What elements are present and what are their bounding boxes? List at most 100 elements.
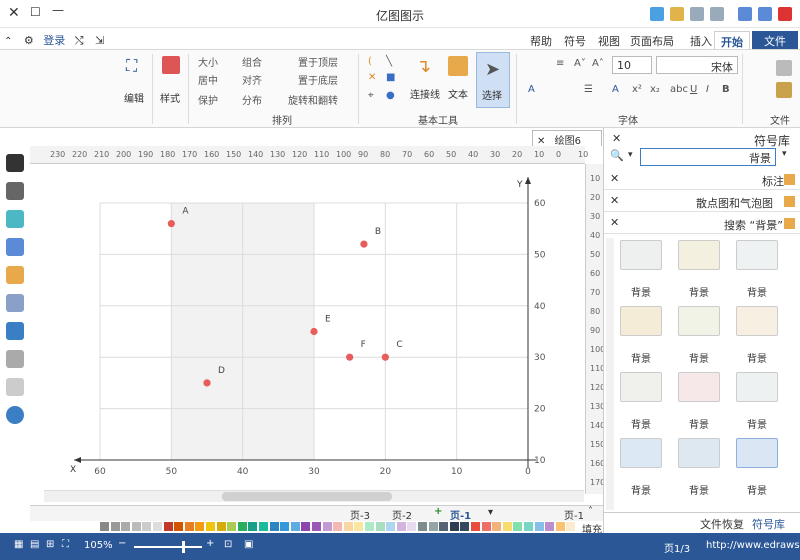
close-window-button[interactable]: ✕ <box>8 5 20 21</box>
grid-toggle-icon[interactable]: ⊞ <box>46 539 54 550</box>
protect-button[interactable]: 保护 <box>198 92 218 107</box>
palette-swatch[interactable] <box>280 522 290 531</box>
palette-swatch[interactable] <box>237 522 247 531</box>
library-row-scatter[interactable]: ✕ 散点图和气泡图 <box>604 192 800 212</box>
rectangle-shape-button[interactable]: ■ <box>386 72 395 83</box>
palette-swatch[interactable] <box>396 522 406 531</box>
focus-icon[interactable]: ▦ <box>14 539 23 550</box>
page-list-button[interactable]: 页-1 <box>564 507 584 522</box>
image-icon[interactable] <box>6 238 24 256</box>
save-icon[interactable] <box>710 7 724 21</box>
bold-button[interactable]: B <box>722 84 730 95</box>
tab-symbols[interactable]: 符号 <box>558 31 592 49</box>
attachment-icon[interactable] <box>6 350 24 368</box>
tab-insert[interactable]: 插入 <box>684 31 718 49</box>
palette-swatch[interactable] <box>449 522 459 531</box>
zoom-slider[interactable] <box>134 541 202 553</box>
export-icon[interactable]: ⇲ <box>95 34 104 47</box>
palette-swatch[interactable] <box>100 522 109 531</box>
send-to-back-button[interactable]: 置于底层 <box>298 72 338 87</box>
tab-page-layout[interactable]: 页面布局 <box>624 31 680 49</box>
library-row-search[interactable]: ✕ 搜索 “背景” <box>604 214 800 234</box>
palette-swatch[interactable] <box>471 522 480 531</box>
subscript-button[interactable]: x₂ <box>650 84 660 95</box>
palette-swatch[interactable] <box>216 522 226 531</box>
palette-swatch[interactable] <box>513 522 523 531</box>
palette-swatch[interactable] <box>206 522 215 531</box>
line-style-icon[interactable] <box>6 182 24 200</box>
drawing-canvas[interactable]: X Y 0 10 20 30 40 50 60 10 20 30 40 50 60 A B E F C D <box>44 165 584 485</box>
crop-shape-button[interactable]: ✕ <box>368 72 376 83</box>
maximize-window-button[interactable]: ☐ <box>30 5 41 19</box>
edit-button[interactable]: ⛶ 编辑 <box>122 54 148 105</box>
strikethrough-button[interactable]: abc <box>670 84 688 95</box>
new-icon[interactable] <box>650 7 664 21</box>
ellipse-shape-button[interactable]: ● <box>386 90 395 101</box>
palette-swatch[interactable] <box>110 522 120 531</box>
color-palette[interactable] <box>100 521 580 532</box>
palette-swatch[interactable] <box>142 522 152 531</box>
comment-icon[interactable] <box>6 378 24 396</box>
palette-swatch[interactable] <box>555 522 565 531</box>
close-library-icon[interactable]: ✕ <box>610 216 619 229</box>
symbol-thumbnail[interactable] <box>736 306 778 336</box>
decrease-font-button[interactable]: A˅ <box>574 58 586 69</box>
align-objects-button[interactable]: 对齐 <box>242 72 262 87</box>
shape-icon[interactable] <box>6 210 24 228</box>
palette-swatch[interactable] <box>354 522 364 531</box>
palette-swatch[interactable] <box>418 522 427 531</box>
palette-swatch[interactable] <box>343 522 353 531</box>
palette-swatch[interactable] <box>439 522 449 531</box>
status-url[interactable]: http://www.edrawsoft.cn/ <box>706 540 800 551</box>
symbol-thumbnail[interactable] <box>678 438 720 468</box>
palette-swatch[interactable] <box>492 522 502 531</box>
rotate-flip-button[interactable]: 旋转和翻转 <box>288 92 338 107</box>
library-row-callouts[interactable]: ✕ 标注 <box>604 170 800 190</box>
search-dropdown-icon[interactable]: ▾ <box>628 150 633 160</box>
font-color-button[interactable]: A <box>612 84 619 95</box>
palette-swatch[interactable] <box>365 522 374 531</box>
symbol-thumbnail[interactable] <box>736 372 778 402</box>
list-button[interactable]: ☰ <box>584 84 593 95</box>
page-menu-icon[interactable]: ▾ <box>488 507 493 518</box>
palette-swatch[interactable] <box>290 522 300 531</box>
curve-shape-button[interactable]: ( <box>368 56 372 67</box>
page-tab-2[interactable]: 页-2 <box>392 507 412 522</box>
palette-swatch[interactable] <box>131 522 141 531</box>
underline-button[interactable]: U <box>690 84 697 95</box>
palette-swatch[interactable] <box>386 522 396 531</box>
connector-tool-button[interactable]: ↴ 连接线 <box>408 52 444 108</box>
fullscreen-icon[interactable]: ⛶ <box>62 539 69 550</box>
palette-swatch[interactable] <box>174 522 184 531</box>
palette-swatch[interactable] <box>545 522 555 531</box>
palette-swatch[interactable] <box>153 522 162 531</box>
palette-swatch[interactable] <box>428 522 438 531</box>
palette-swatch[interactable] <box>407 522 417 531</box>
superscript-button[interactable]: x² <box>632 84 642 95</box>
panel-scrollbar[interactable] <box>606 238 614 510</box>
settings-icon[interactable]: ⚙ <box>24 34 34 47</box>
distribute-button[interactable]: 分布 <box>242 92 262 107</box>
center-button[interactable]: 居中 <box>198 72 218 87</box>
paste-icon[interactable] <box>776 82 792 98</box>
palette-swatch[interactable] <box>534 522 544 531</box>
close-library-icon[interactable]: ✕ <box>610 194 619 207</box>
palette-swatch[interactable] <box>460 522 470 531</box>
font-size-select[interactable]: 10 <box>612 56 652 74</box>
page-tab-3[interactable]: 页-3 <box>350 507 370 522</box>
line-shape-button[interactable]: ╲ <box>386 56 392 67</box>
fit-page-icon[interactable]: ⊡ <box>224 539 232 550</box>
share-icon[interactable]: ⤭ <box>75 34 84 47</box>
document-tab[interactable]: ✕ 绘图6 <box>532 130 602 147</box>
tab-symbol-library[interactable]: 符号库 <box>752 516 785 532</box>
zoom-in-button[interactable]: + <box>206 538 214 549</box>
add-page-button[interactable]: + <box>434 506 442 517</box>
align-button[interactable]: ≡ <box>556 58 564 69</box>
tab-file-recovery[interactable]: 文件恢复 <box>700 516 744 532</box>
zoom-slider-thumb[interactable] <box>182 541 185 553</box>
increase-font-button[interactable]: A˄ <box>592 58 604 69</box>
palette-swatch[interactable] <box>121 522 131 531</box>
palette-swatch[interactable] <box>481 522 491 531</box>
symbol-thumbnail[interactable] <box>678 306 720 336</box>
palette-swatch[interactable] <box>524 522 533 531</box>
